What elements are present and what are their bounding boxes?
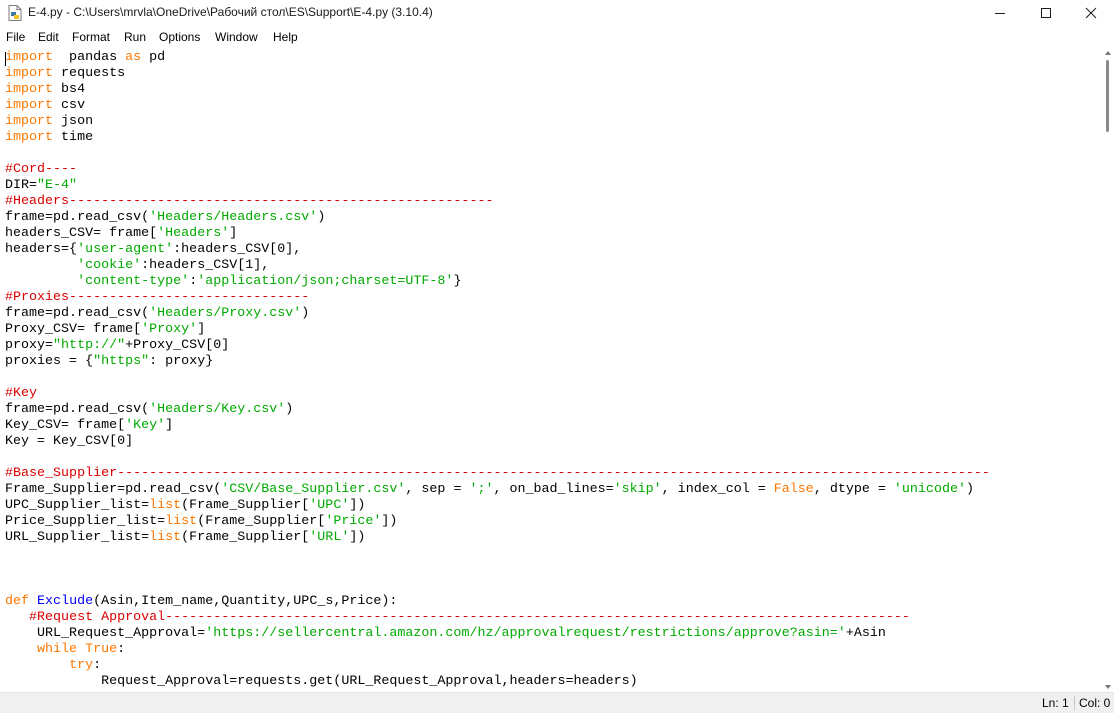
code-line: Price_Supplier_list=list(Frame_Supplier[…	[5, 514, 398, 529]
scroll-up-arrow-icon[interactable]	[1105, 51, 1111, 55]
code-line: import csv	[5, 98, 86, 113]
vertical-scrollbar[interactable]	[1102, 48, 1114, 692]
menu-file[interactable]: File	[6, 30, 25, 44]
menu-edit[interactable]: Edit	[38, 30, 59, 44]
code-line: Request_Approval=requests.get(URL_Reques…	[5, 674, 638, 689]
menu-window[interactable]: Window	[215, 30, 258, 44]
menu-options[interactable]: Options	[159, 30, 200, 44]
code-line: #Proxies------------------------------	[5, 290, 310, 305]
code-line: Proxy_CSV= frame['Proxy']	[5, 322, 206, 337]
code-text: import pandas as pd import requests import…	[5, 50, 990, 690]
line-number-indicator: Ln: 1	[1042, 696, 1069, 710]
code-line: Key_CSV= frame['Key']	[5, 418, 174, 433]
close-icon	[1085, 7, 1097, 19]
code-line: import pandas as pd	[5, 50, 166, 65]
code-line: frame=pd.read_csv('Headers/Proxy.csv')	[5, 306, 310, 321]
menu-help[interactable]: Help	[273, 30, 298, 44]
code-line: frame=pd.read_csv('Headers/Headers.csv')	[5, 210, 326, 225]
code-line: import json	[5, 114, 94, 129]
code-line: Frame_Supplier=pd.read_csv('CSV/Base_Sup…	[5, 482, 974, 497]
python-file-icon	[8, 5, 22, 21]
column-number-indicator: Col: 0	[1079, 696, 1111, 710]
minimize-button[interactable]	[977, 0, 1023, 26]
menu-bar: File Edit Format Run Options Window Help	[0, 27, 1114, 48]
code-editor[interactable]: import pandas as pd import requests import…	[0, 48, 1102, 692]
code-line: URL_Supplier_list=list(Frame_Supplier['U…	[5, 530, 366, 545]
code-line: import time	[5, 130, 94, 145]
scroll-down-arrow-icon[interactable]	[1105, 685, 1111, 689]
status-bar: Ln: 1 Col: 0	[0, 692, 1114, 713]
code-line: DIR="E-4"	[5, 178, 78, 193]
code-line: #Request Approval-----------------------…	[29, 610, 910, 625]
menu-format[interactable]: Format	[72, 30, 110, 44]
window-title: E-4.py - C:\Users\mrvla\OneDrive\Рабочий…	[28, 5, 433, 19]
code-line: Key = Key_CSV[0]	[5, 434, 134, 449]
code-line: while True:	[37, 642, 126, 657]
code-line: try:	[69, 658, 102, 673]
status-divider	[1074, 696, 1075, 710]
code-line: #Base_Supplier--------------------------…	[5, 466, 990, 481]
text-cursor	[5, 52, 6, 66]
code-line: headers_CSV= frame['Headers']	[5, 226, 238, 241]
scrollbar-thumb[interactable]	[1106, 60, 1109, 132]
code-line: #Key	[5, 386, 38, 401]
minimize-icon	[995, 13, 1005, 14]
code-line: proxy="http://"+Proxy_CSV[0]	[5, 338, 230, 353]
code-line: 'cookie':headers_CSV[1],	[77, 258, 270, 273]
code-line: URL_Request_Approval='https://sellercent…	[5, 626, 886, 641]
menu-run[interactable]: Run	[124, 30, 146, 44]
code-line: UPC_Supplier_list=list(Frame_Supplier['U…	[5, 498, 366, 513]
code-line: #Cord----	[5, 162, 78, 177]
close-button[interactable]	[1068, 0, 1114, 26]
maximize-button[interactable]	[1023, 0, 1069, 26]
code-line: proxies = {"https": proxy}	[5, 354, 214, 369]
title-bar: E-4.py - C:\Users\mrvla\OneDrive\Рабочий…	[0, 0, 1114, 26]
code-line: frame=pd.read_csv('Headers/Key.csv')	[5, 402, 294, 417]
code-line: 'content-type':'application/json;charset…	[77, 274, 462, 289]
code-line: #Headers--------------------------------…	[5, 194, 494, 209]
code-line: def Exclude(Asin,Item_name,Quantity,UPC_…	[5, 594, 398, 609]
code-line: import requests	[5, 66, 126, 81]
maximize-icon	[1041, 8, 1051, 18]
code-line: headers={'user-agent':headers_CSV[0],	[5, 242, 302, 257]
code-line: import bs4	[5, 82, 86, 97]
